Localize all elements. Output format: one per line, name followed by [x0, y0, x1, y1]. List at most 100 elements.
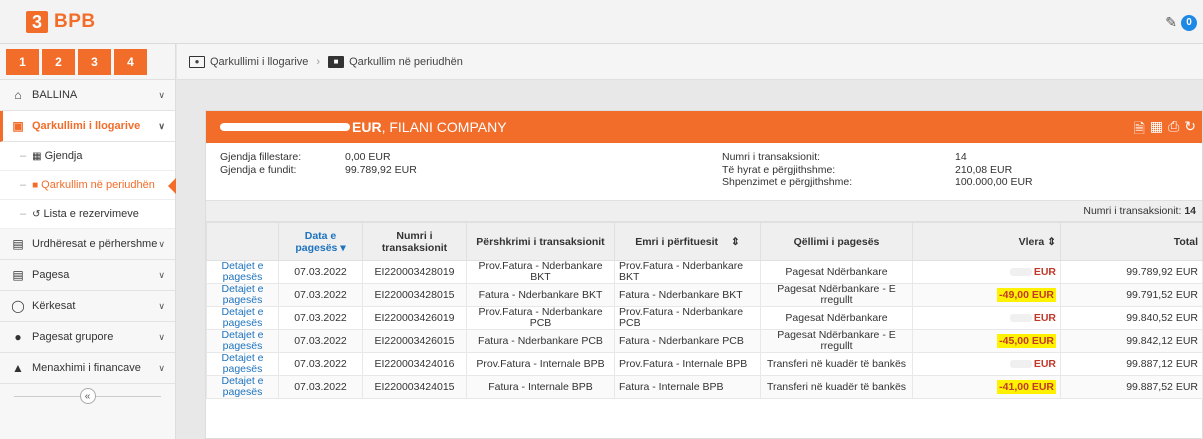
- cell-beneficiary: Fatura - Nderbankare BKT: [614, 283, 761, 307]
- sidebar-subitem-qarkullim-periudhen[interactable]: – ■ Qarkullim në periudhën: [0, 171, 176, 200]
- cell-date: 07.03.2022: [278, 375, 363, 399]
- cell-amount: -45,00 EUR: [912, 329, 1061, 353]
- panel-header: EUR , FILANI COMPANY 🗎 ▦ ⎙ ↻: [206, 111, 1202, 143]
- sidebar-item-qarkullimi[interactable]: ▣ Qarkullimi i llogarive ∨: [0, 111, 175, 142]
- refresh-icon: ↺: [32, 208, 41, 220]
- col-header-purpose[interactable]: Qëllimi i pagesës: [760, 222, 913, 261]
- col-header-description[interactable]: Përshkrimi i transaksionit: [466, 222, 615, 261]
- list-icon: ▤: [12, 237, 24, 251]
- account-icon: ●: [189, 55, 205, 68]
- cell-description: Fatura - Nderbankare BKT: [466, 283, 615, 307]
- cell-amount: EUR: [912, 260, 1061, 284]
- cell-purpose: Pagesat Ndërbankare: [760, 260, 913, 284]
- payment-details-link[interactable]: Detajet e pagesës: [206, 352, 279, 376]
- transactions-panel: EUR , FILANI COMPANY 🗎 ▦ ⎙ ↻ Gjendja fil…: [205, 110, 1203, 439]
- expense-label: Shpenzimet e përgjithshme:: [722, 176, 853, 188]
- sidebar-subitem-gjendja[interactable]: – ▦ Gjendja: [0, 142, 175, 171]
- sidebar-subitem-label: Qarkullim në periudhën: [41, 179, 155, 191]
- cell-total: 99.840,52 EUR: [1060, 306, 1203, 330]
- income-value: 210,08 EUR: [955, 163, 1013, 176]
- col-header-date[interactable]: Data e pagesës ▾: [278, 222, 363, 261]
- col-header-beneficiary[interactable]: Emri i përfituesit ⇕: [614, 222, 761, 261]
- col-header-total[interactable]: Total: [1060, 222, 1203, 261]
- cell-description: Fatura - Nderbankare PCB: [466, 329, 615, 353]
- sidebar-subitem-lista-rezervimeve[interactable]: – ↺ Lista e rezervimeve: [0, 200, 175, 229]
- closing-balance-value: 99.789,92 EUR: [345, 163, 417, 176]
- summary-labels-right: Numri i transaksionit: Të hyrat e përgji…: [722, 151, 852, 189]
- breadcrumb: ● Qarkullimi i llogarive › ■ Qarkullim n…: [177, 44, 1203, 80]
- payment-details-link[interactable]: Detajet e pagesës: [206, 283, 279, 307]
- sidebar: 1 2 3 4 ⌂ BALLINA ∨ ▣ Qarkullimi i lloga…: [0, 44, 176, 439]
- chevron-down-icon: ∨: [158, 238, 165, 249]
- logo-mark: 3: [26, 11, 48, 33]
- excel-export-icon[interactable]: ▦: [1150, 118, 1163, 142]
- chevron-down-icon: ∨: [158, 120, 165, 131]
- col-header-number[interactable]: Numri i transaksionit: [362, 222, 467, 261]
- cell-description: Prov.Fatura - Nderbankare BKT: [466, 260, 615, 284]
- transaction-count-bar: Numri i transaksionit: 14: [206, 200, 1202, 222]
- cell-total: 99.842,12 EUR: [1060, 329, 1203, 353]
- table-row: Detajet e pagesës 07.03.2022 EI220003428…: [206, 283, 1203, 307]
- tx-count-value: 14: [955, 151, 967, 163]
- document-icon: ▤: [12, 268, 24, 282]
- cell-date: 07.03.2022: [278, 352, 363, 376]
- chevron-down-icon: ∨: [158, 331, 165, 342]
- breadcrumb-level2: Qarkullim në periudhën: [349, 55, 463, 68]
- count-value: 14: [1184, 205, 1196, 217]
- sidebar-tab-2[interactable]: 2: [42, 48, 75, 75]
- sidebar-item-pagesat-grupore[interactable]: ● Pagesat grupore ∨: [0, 322, 175, 353]
- payment-details-link[interactable]: Detajet e pagesës: [206, 260, 279, 284]
- collapse-sidebar-button[interactable]: «: [79, 388, 96, 404]
- cell-number: EI220003424016: [362, 352, 467, 376]
- cell-description: Prov.Fatura - Internale BPB: [466, 352, 615, 376]
- payment-details-link[interactable]: Detajet e pagesës: [206, 375, 279, 399]
- refresh-icon[interactable]: ↻: [1184, 118, 1196, 142]
- cell-purpose: Transferi në kuadër të bankës: [760, 375, 913, 399]
- bank-logo[interactable]: 3 BPB: [26, 11, 96, 33]
- payment-details-link[interactable]: Detajet e pagesës: [206, 329, 279, 353]
- cell-total: 99.887,52 EUR: [1060, 375, 1203, 399]
- sidebar-item-menaxhimi[interactable]: ▲ Menaxhimi i financave ∨: [0, 353, 175, 384]
- cell-total: 99.887,12 EUR: [1060, 352, 1203, 376]
- sidebar-tab-3[interactable]: 3: [78, 48, 111, 75]
- edit-icon[interactable]: ✎: [1165, 14, 1177, 31]
- archive-icon: ■: [32, 179, 39, 191]
- export-actions: 🗎 ▦ ⎙ ↻: [1134, 118, 1196, 142]
- cell-amount: -41,00 EUR: [912, 375, 1061, 399]
- cell-amount: EUR: [912, 306, 1061, 330]
- cell-amount: EUR: [912, 352, 1061, 376]
- cell-number: EI220003428019: [362, 260, 467, 284]
- sidebar-item-label: Kërkesat: [32, 300, 76, 312]
- payment-details-link[interactable]: Detajet e pagesës: [206, 306, 279, 330]
- opening-balance-label: Gjendja fillestare:: [220, 151, 302, 163]
- logo-text: BPB: [54, 11, 96, 32]
- cell-date: 07.03.2022: [278, 260, 363, 284]
- redacted-value: [1009, 359, 1032, 368]
- sidebar-tab-1[interactable]: 1: [6, 48, 39, 75]
- sidebar-item-ballina[interactable]: ⌂ BALLINA ∨: [0, 80, 175, 111]
- breadcrumb-level1[interactable]: Qarkullimi i llogarive: [210, 56, 308, 68]
- sort-icon: ⇕: [1047, 235, 1056, 248]
- sidebar-item-kerkesat[interactable]: ◯ Kërkesat ∨: [0, 291, 175, 322]
- transactions-table: Data e pagesës ▾ Numri i transaksionit P…: [206, 222, 1203, 399]
- cell-purpose: Pagesat Ndërbankare: [760, 306, 913, 330]
- chevron-down-icon: ∨: [158, 300, 165, 311]
- cell-beneficiary: Prov.Fatura - Internale BPB: [614, 352, 761, 376]
- chart-icon: ▲: [12, 361, 24, 375]
- chevron-down-icon: ∨: [158, 269, 165, 280]
- sidebar-tab-4[interactable]: 4: [114, 48, 147, 75]
- notification-badge[interactable]: 0: [1181, 14, 1197, 31]
- sidebar-item-label: BALLINA: [32, 89, 78, 101]
- tx-count-label: Numri i transaksionit:: [722, 151, 821, 163]
- cell-number: EI220003426019: [362, 306, 467, 330]
- pdf-export-icon[interactable]: 🗎: [1134, 118, 1145, 142]
- cell-date: 07.03.2022: [278, 329, 363, 353]
- table-row: Detajet e pagesës 07.03.2022 EI220003428…: [206, 260, 1203, 284]
- sidebar-item-urdheresat[interactable]: ▤ Urdhëresat e përhershme ∨: [0, 229, 175, 260]
- account-icon: ▣: [12, 119, 24, 133]
- account-number-redacted: [220, 123, 350, 131]
- print-icon[interactable]: ⎙: [1168, 118, 1179, 142]
- table-row: Detajet e pagesës 07.03.2022 EI220003426…: [206, 329, 1203, 353]
- col-header-amount[interactable]: Vlera ⇕: [912, 222, 1061, 261]
- sidebar-item-pagesa[interactable]: ▤ Pagesa ∨: [0, 260, 175, 291]
